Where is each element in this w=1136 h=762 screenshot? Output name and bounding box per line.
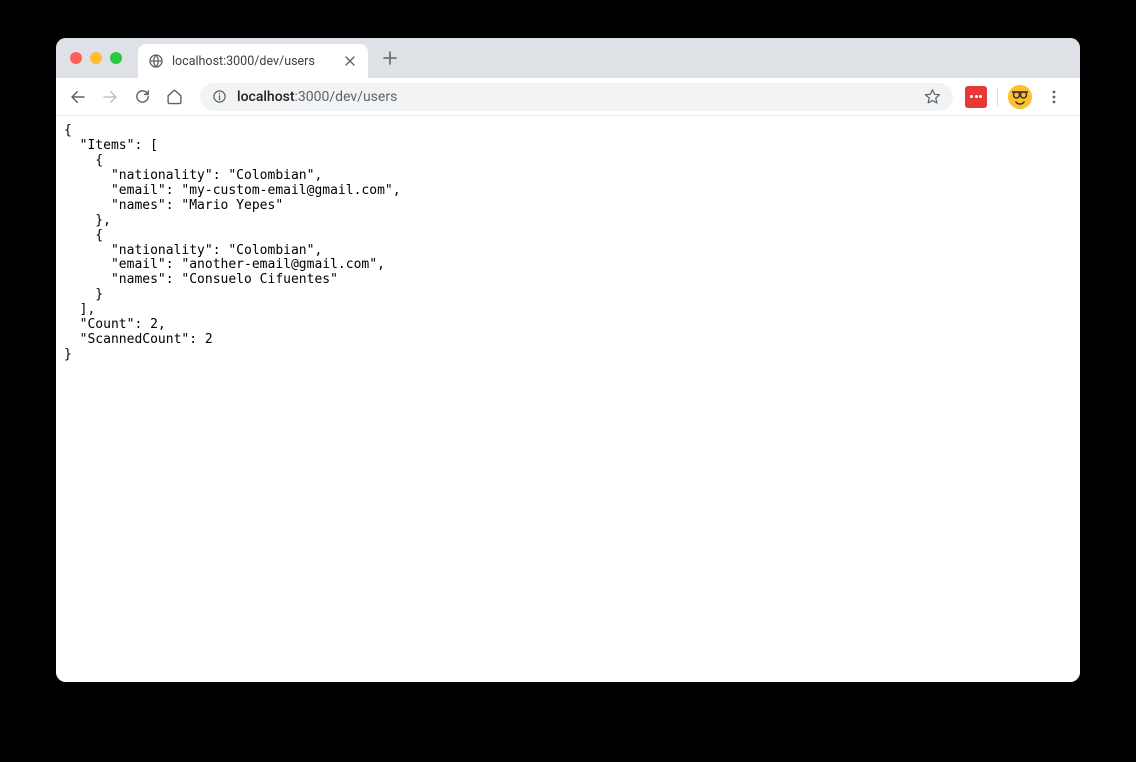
home-icon [166, 88, 183, 105]
toolbar: localhost:3000/dev/users [56, 78, 1080, 116]
url-path: :3000/dev/users [295, 89, 398, 105]
home-button[interactable] [160, 83, 188, 111]
plus-icon [383, 51, 397, 65]
browser-tab[interactable]: localhost:3000/dev/users [138, 44, 368, 78]
url-text: localhost:3000/dev/users [237, 89, 914, 105]
profile-avatar-button[interactable] [1008, 85, 1032, 109]
tab-title: localhost:3000/dev/users [172, 54, 334, 69]
extension-button[interactable] [965, 86, 987, 108]
star-icon [924, 88, 941, 105]
arrow-left-icon [69, 88, 87, 106]
page-content: { "Items": [ { "nationality": "Colombian… [56, 116, 1080, 682]
toolbar-divider [997, 88, 998, 106]
reload-icon [134, 88, 151, 105]
forward-button[interactable] [96, 83, 124, 111]
url-host: localhost [237, 89, 295, 105]
back-button[interactable] [64, 83, 92, 111]
globe-icon [148, 53, 164, 69]
maximize-window-button[interactable] [110, 52, 122, 64]
kebab-menu-icon [1046, 89, 1062, 105]
reload-button[interactable] [128, 83, 156, 111]
new-tab-button[interactable] [376, 44, 404, 72]
close-icon [345, 56, 355, 66]
toolbar-right [965, 83, 1072, 111]
tab-strip: localhost:3000/dev/users [56, 38, 1080, 78]
avatar-icon [1008, 85, 1032, 109]
browser-window: localhost:3000/dev/users [56, 38, 1080, 682]
browser-menu-button[interactable] [1040, 83, 1068, 111]
json-response: { "Items": [ { "nationality": "Colombian… [64, 124, 1072, 363]
bookmark-button[interactable] [924, 88, 941, 105]
extension-icon [970, 95, 982, 98]
close-window-button[interactable] [70, 52, 82, 64]
info-icon[interactable] [212, 89, 227, 104]
window-controls [66, 52, 138, 64]
arrow-right-icon [101, 88, 119, 106]
address-bar[interactable]: localhost:3000/dev/users [200, 83, 953, 111]
close-tab-button[interactable] [342, 53, 358, 69]
minimize-window-button[interactable] [90, 52, 102, 64]
